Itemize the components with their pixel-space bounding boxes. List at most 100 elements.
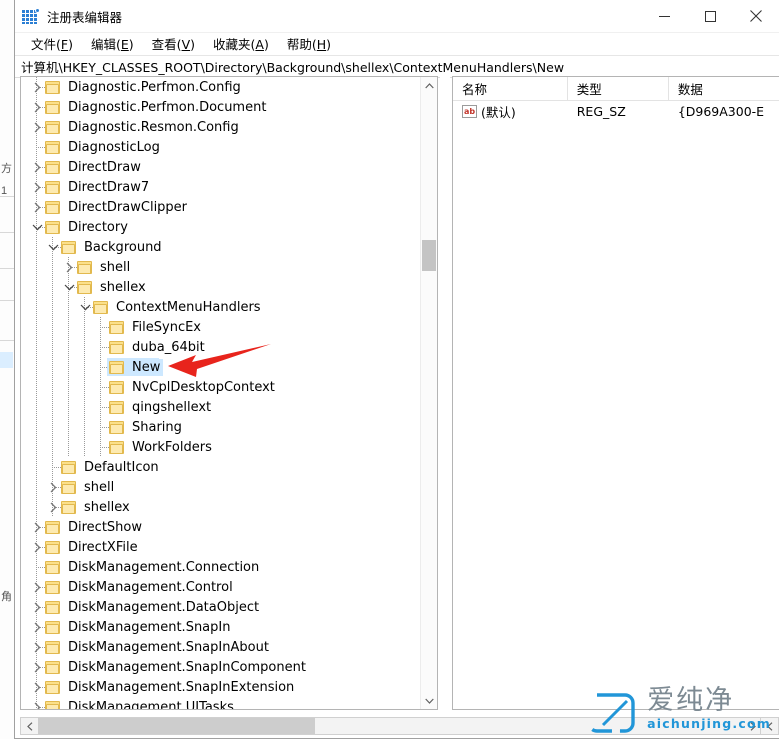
registry-tree[interactable]: Diagnostic.Perfmon.Config Diagnostic.Perf… bbox=[21, 77, 420, 709]
chevron-right-icon[interactable] bbox=[45, 497, 61, 517]
menu-help[interactable]: 帮助(H) bbox=[278, 33, 340, 54]
tree-item-label: FileSyncEx bbox=[132, 319, 201, 335]
chevron-down-icon[interactable] bbox=[61, 277, 77, 297]
tree-scroll-up-arrow[interactable] bbox=[421, 77, 437, 94]
main-content: Diagnostic.Perfmon.Config Diagnostic.Perf… bbox=[15, 76, 779, 738]
folder-icon bbox=[45, 160, 60, 174]
chevron-right-icon[interactable] bbox=[29, 697, 45, 709]
folder-icon bbox=[109, 380, 124, 394]
tree-item-label: DiskManagement.Control bbox=[68, 579, 233, 595]
tree-item[interactable]: shellex bbox=[21, 497, 420, 517]
chevron-right-icon[interactable] bbox=[29, 537, 45, 557]
tree-item[interactable]: DirectDrawClipper bbox=[21, 197, 420, 217]
tree-item[interactable]: Sharing bbox=[21, 417, 420, 437]
tree-item[interactable]: Directory bbox=[21, 217, 420, 237]
folder-icon bbox=[45, 120, 60, 134]
tree-item[interactable]: Diagnostic.Resmon.Config bbox=[21, 117, 420, 137]
pane-splitter[interactable] bbox=[440, 76, 450, 710]
aichunjing-logo-icon bbox=[591, 693, 635, 733]
chevron-down-icon[interactable] bbox=[29, 217, 45, 237]
chevron-right-icon[interactable] bbox=[45, 477, 61, 497]
tree-item-label: shell bbox=[84, 479, 115, 495]
chevron-right-icon[interactable] bbox=[29, 177, 45, 197]
tree-item[interactable]: NvCplDesktopContext bbox=[21, 377, 420, 397]
tree-item[interactable]: DefaultIcon bbox=[21, 457, 420, 477]
folder-icon bbox=[77, 280, 92, 294]
tree-item[interactable]: DiskManagement.Control bbox=[21, 577, 420, 597]
folder-icon bbox=[109, 440, 124, 454]
chevron-right-icon[interactable] bbox=[61, 257, 77, 277]
folder-icon bbox=[45, 620, 60, 634]
tree-item[interactable]: DiskManagement.SnapInAbout bbox=[21, 637, 420, 657]
tree-scroll-thumb[interactable] bbox=[422, 240, 436, 271]
chevron-right-icon[interactable] bbox=[29, 97, 45, 117]
menu-edit[interactable]: 编辑(E) bbox=[82, 33, 143, 54]
tree-item[interactable]: Diagnostic.Perfmon.Config bbox=[21, 77, 420, 97]
tree-item-label: New bbox=[129, 358, 164, 376]
chevron-down-icon[interactable] bbox=[45, 237, 61, 257]
hscroll-left-arrow[interactable] bbox=[21, 718, 38, 734]
folder-icon bbox=[109, 360, 124, 374]
folder-icon bbox=[45, 560, 60, 574]
tree-item-label: DiskManagement.SnapInExtension bbox=[68, 679, 295, 695]
values-column-headers: 名称 类型 数据 bbox=[453, 77, 779, 101]
tree-item-label: NvCplDesktopContext bbox=[132, 379, 275, 395]
column-header-data[interactable]: 数据 bbox=[669, 77, 779, 100]
chevron-right-icon[interactable] bbox=[29, 577, 45, 597]
chevron-right-icon[interactable] bbox=[29, 637, 45, 657]
folder-icon bbox=[109, 320, 124, 334]
menu-favorites[interactable]: 收藏夹(A) bbox=[204, 33, 278, 54]
tree-item[interactable]: DiskManagement.DataObject bbox=[21, 597, 420, 617]
tree-item[interactable]: duba_64bit bbox=[21, 337, 420, 357]
tree-item[interactable]: shell bbox=[21, 477, 420, 497]
address-bar[interactable]: 计算机\HKEY_CLASSES_ROOT\Directory\Backgrou… bbox=[15, 55, 779, 78]
menu-file[interactable]: 文件(F) bbox=[22, 33, 82, 54]
tree-item[interactable]: New bbox=[21, 357, 420, 377]
tree-item[interactable]: qingshellext bbox=[21, 397, 420, 417]
folder-icon bbox=[93, 300, 108, 314]
chevron-right-icon[interactable] bbox=[29, 617, 45, 637]
minimize-button[interactable] bbox=[641, 0, 687, 32]
chevron-right-icon[interactable] bbox=[29, 597, 45, 617]
tree-item[interactable]: Diagnostic.Perfmon.Document bbox=[21, 97, 420, 117]
tree-item[interactable]: DiskManagement.SnapInExtension bbox=[21, 677, 420, 697]
maximize-button[interactable] bbox=[687, 0, 733, 32]
menu-view[interactable]: 查看(V) bbox=[143, 33, 204, 54]
tree-vertical-scrollbar[interactable] bbox=[420, 77, 437, 709]
table-row[interactable]: ab (默认) REG_SZ {D969A300-E bbox=[453, 101, 779, 122]
tree-item[interactable]: DiskManagement.UITasks bbox=[21, 697, 420, 709]
chevron-right-icon[interactable] bbox=[29, 157, 45, 177]
column-header-type[interactable]: 类型 bbox=[568, 77, 669, 100]
tree-item[interactable]: DiagnosticLog bbox=[21, 137, 420, 157]
chevron-right-icon[interactable] bbox=[29, 197, 45, 217]
tree-item[interactable]: shell bbox=[21, 257, 420, 277]
tree-scroll-down-arrow[interactable] bbox=[421, 692, 437, 709]
chevron-right-icon[interactable] bbox=[29, 117, 45, 137]
column-header-name[interactable]: 名称 bbox=[453, 77, 568, 100]
close-button[interactable] bbox=[733, 0, 779, 32]
hscroll-thumb[interactable] bbox=[38, 718, 315, 734]
tree-item-label: WorkFolders bbox=[132, 439, 212, 455]
tree-item[interactable]: DirectDraw7 bbox=[21, 177, 420, 197]
chevron-right-icon[interactable] bbox=[29, 677, 45, 697]
chevron-right-icon[interactable] bbox=[29, 657, 45, 677]
tree-item[interactable]: shellex bbox=[21, 277, 420, 297]
tree-item[interactable]: DiskManagement.SnapInComponent bbox=[21, 657, 420, 677]
tree-item[interactable]: DiskManagement.Connection bbox=[21, 557, 420, 577]
tree-item[interactable]: WorkFolders bbox=[21, 437, 420, 457]
tree-item[interactable]: Background bbox=[21, 237, 420, 257]
tree-item[interactable]: FileSyncEx bbox=[21, 317, 420, 337]
chevron-down-icon[interactable] bbox=[77, 297, 93, 317]
tree-item[interactable]: DiskManagement.SnapIn bbox=[21, 617, 420, 637]
tree-item[interactable]: ContextMenuHandlers bbox=[21, 297, 420, 317]
tree-item[interactable]: DirectDraw bbox=[21, 157, 420, 177]
folder-icon bbox=[61, 500, 76, 514]
tree-item-label: DirectDraw bbox=[68, 159, 141, 175]
tree-item-label: DiagnosticLog bbox=[68, 139, 160, 155]
tree-item[interactable]: DirectShow bbox=[21, 517, 420, 537]
chevron-right-icon[interactable] bbox=[29, 77, 45, 97]
tree-item-label: DiskManagement.Connection bbox=[68, 559, 260, 575]
tree-item[interactable]: DirectXFile bbox=[21, 537, 420, 557]
chevron-right-icon[interactable] bbox=[29, 517, 45, 537]
